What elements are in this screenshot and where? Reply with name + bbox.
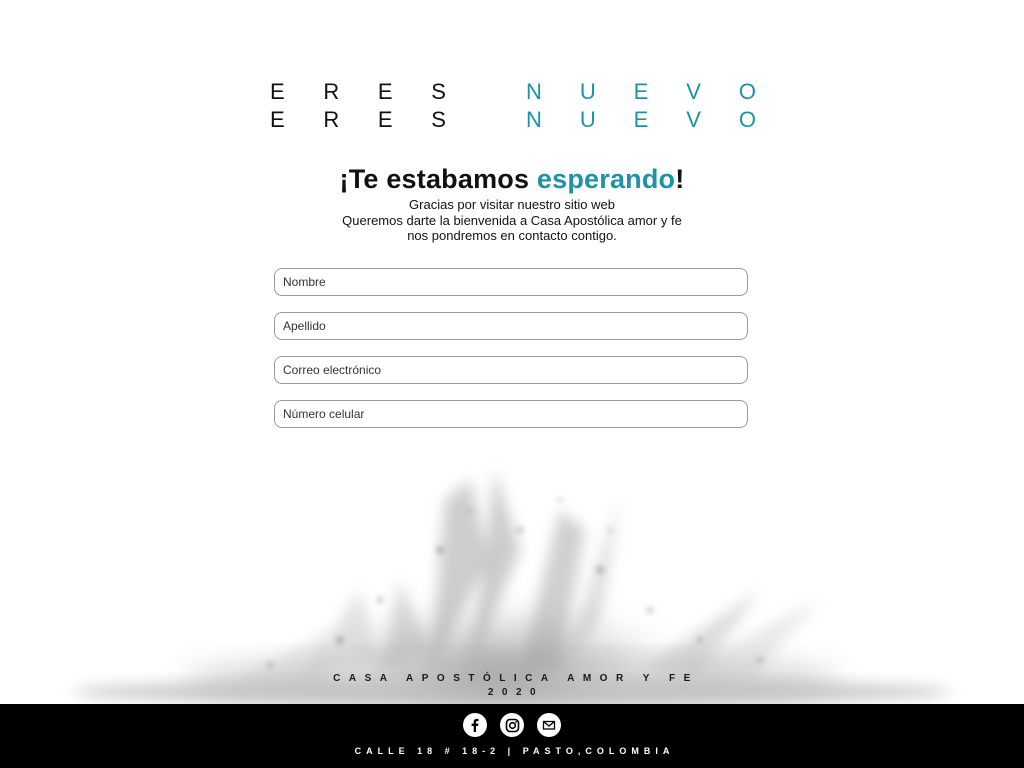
correo-input[interactable] (274, 356, 748, 384)
tagline-name: CASA APOSTÓLICA AMOR Y FE (333, 673, 699, 684)
instagram-icon (505, 718, 519, 732)
tagline-year: 2020 (487, 687, 545, 698)
hero-letter: U (579, 107, 596, 132)
welcome-line: Gracias por visitar nuestro sitio web (409, 197, 615, 212)
welcome-title-suffix: ! (675, 164, 685, 194)
welcome-line: nos pondremos en contacto contigo. (407, 228, 617, 243)
welcome-message: Gracias por visitar nuestro sitio web Qu… (0, 197, 1024, 244)
hero-letter: S (431, 79, 446, 104)
hero-word-nuevo: N U E V O (526, 106, 756, 134)
hero-letter: E (377, 107, 393, 132)
hero-letter: O (738, 79, 756, 104)
welcome-title: ¡Te estabamos esperando! (0, 163, 1024, 195)
instagram-link[interactable] (500, 713, 524, 737)
hero-letter: V (686, 107, 701, 132)
welcome-title-prefix: ¡Te estabamos (339, 164, 537, 194)
hero-letter: R (323, 79, 340, 104)
hero-line-2: E R E S N U E V O (270, 106, 760, 134)
hero-letter: V (686, 79, 701, 104)
nombre-input[interactable] (274, 268, 748, 296)
hero-letter: E (377, 79, 393, 104)
dust-explosion-image (72, 470, 952, 706)
hero-word-eres: E R E S (270, 78, 446, 106)
mail-icon (542, 720, 556, 730)
contact-form (274, 268, 748, 444)
welcome-line: Queremos darte la bienvenida a Casa Apos… (342, 212, 682, 228)
hero-line-1: E R E S N U E V O (270, 78, 760, 106)
footer: CALLE 18 # 18-2 | PASTO,COLOMBIA (0, 704, 1024, 768)
hero-letter: E (270, 79, 285, 104)
hero-letter: R (323, 107, 340, 132)
hero-letter: O (738, 107, 756, 132)
hero-letter: E (633, 107, 649, 132)
facebook-icon (471, 718, 479, 732)
hero-letter: N (526, 79, 542, 104)
hero-title: E R E S N U E V O E R E S N U E V O (270, 78, 760, 134)
welcome-title-accent: esperando (536, 164, 676, 194)
landing-page: E R E S N U E V O E R E S N U E V O ¡Te … (0, 0, 1024, 768)
social-links (0, 713, 1024, 737)
tagline: CASA APOSTÓLICA AMOR Y FE 2020 (0, 672, 1024, 700)
hero-letter: U (579, 79, 596, 104)
email-link[interactable] (537, 713, 561, 737)
footer-address: CALLE 18 # 18-2 | PASTO,COLOMBIA (354, 746, 675, 756)
facebook-link[interactable] (463, 713, 487, 737)
hero-letter: E (633, 79, 649, 104)
hero-letter: S (431, 107, 446, 132)
celular-input[interactable] (274, 400, 748, 428)
hero-letter: E (270, 107, 285, 132)
hero-word-eres: E R E S (270, 106, 446, 134)
welcome-section: ¡Te estabamos esperando! Gracias por vis… (0, 163, 1024, 244)
apellido-input[interactable] (274, 312, 748, 340)
hero-word-nuevo: N U E V O (526, 78, 756, 106)
hero-letter: N (526, 107, 542, 132)
